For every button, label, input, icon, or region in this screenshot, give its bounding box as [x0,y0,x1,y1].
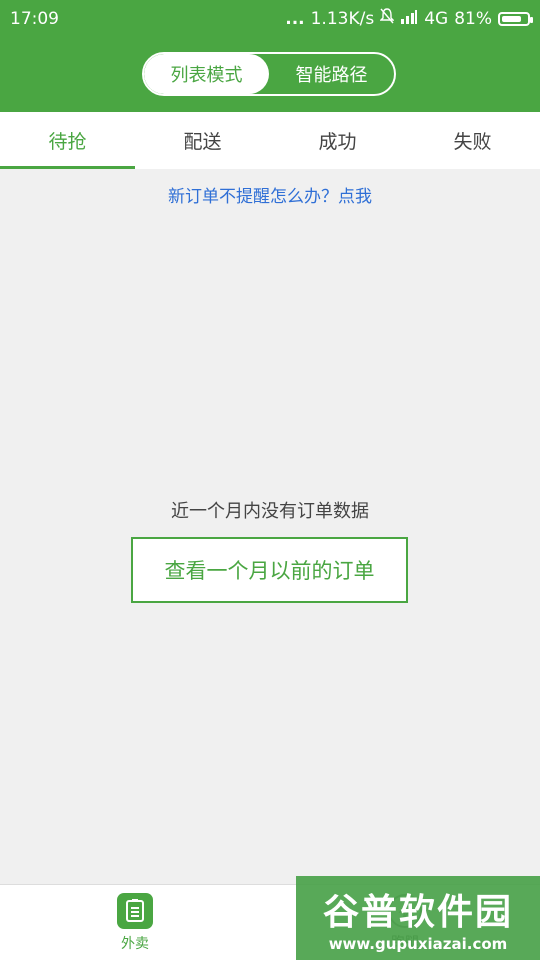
status-time: 17:09 [10,8,59,29]
watermark-url: www.gupuxiazai.com [328,935,508,953]
mode-smart-route-button[interactable]: 智能路径 [269,54,394,94]
watermark-logo: 谷普软件园 www.gupuxiazai.com [296,876,540,960]
status-dots: ... [285,8,305,29]
network-speed: 1.13K/s [310,8,375,29]
notification-help-link[interactable]: 新订单不提醒怎么办？点我 [0,182,540,207]
network-type: 4G [424,8,449,29]
mode-toggle: 列表模式 智能路径 [142,52,396,96]
tab-delivering[interactable]: 配送 [135,112,270,169]
order-tabs: 待抢 配送 成功 失败 [0,112,540,169]
status-bar: 17:09 ... 1.13K/s 4G 81% [0,0,540,37]
watermark-title: 谷普软件园 [322,892,513,933]
status-indicators: ... 1.13K/s 4G 81% [285,8,533,29]
nav-item-takeout[interactable]: 外卖 [0,885,270,961]
battery-percent: 81% [454,8,492,29]
tab-failed[interactable]: 失败 [405,112,540,169]
mute-icon [379,8,395,29]
battery-fill [502,15,522,22]
battery-icon [498,11,533,26]
signal-icon [400,9,418,29]
view-older-orders-button[interactable]: 查看一个月以前的订单 [131,537,408,603]
mode-list-button[interactable]: 列表模式 [144,54,269,94]
list-icon [117,893,153,929]
tab-success[interactable]: 成功 [270,112,405,169]
nav-label-takeout: 外卖 [121,936,149,952]
header: 列表模式 智能路径 [0,37,540,112]
empty-state-message: 近一个月内没有订单数据 [171,501,369,522]
tab-pending[interactable]: 待抢 [0,112,135,169]
